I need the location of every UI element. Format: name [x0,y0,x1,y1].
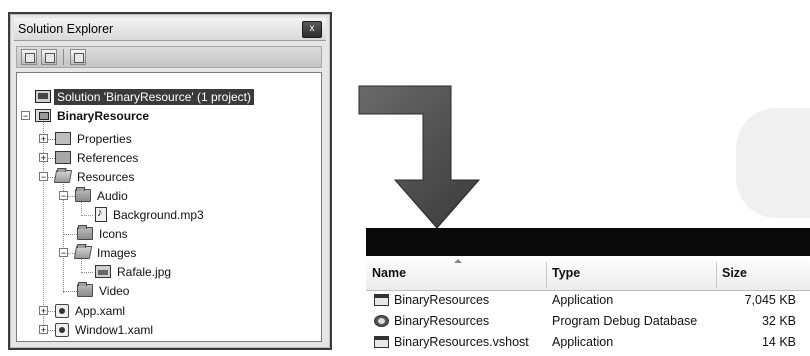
tree-item-label: Video [99,283,130,298]
properties-toolbar-icon[interactable] [21,49,37,65]
open-folder-icon [73,246,93,259]
tree-item-label: Properties [77,131,132,146]
tree-item-resources[interactable]: Resources [53,167,137,186]
window1-xaml-expand-toggle[interactable]: + [39,325,48,335]
watermark-logo [736,108,810,218]
tree-item-label: Resources [77,169,135,184]
tree-item-label: BinaryResource [57,108,150,123]
file-type: Application [552,293,614,307]
open-folder-icon [53,170,73,183]
tree-item-images[interactable]: Images [73,243,139,262]
file-name: BinaryResources [394,314,490,328]
audio-collapse-toggle[interactable]: − [59,191,68,201]
file-row[interactable]: BinaryResources Program Debug Database 3… [366,311,810,332]
refresh-icon[interactable] [70,49,86,65]
solution-icon [35,90,51,103]
tree-item-project[interactable]: BinaryResource [35,106,152,125]
folder-icon [75,187,91,202]
folder-icon [77,225,93,240]
tree-item-label: Solution 'BinaryResource' (1 project) [54,88,255,105]
debug-database-icon [374,315,389,327]
tree-item-label: References [77,150,139,165]
tree-item-label: Rafale.jpg [117,264,172,279]
tree-item-label: Audio [97,188,128,203]
file-list-header: Name Type Size [366,256,810,291]
tree-item-icons[interactable]: Icons [77,224,131,243]
column-divider[interactable] [546,262,547,288]
file-size: 14 KB [761,335,796,349]
file-type: Application [552,335,614,349]
tree-item-audio[interactable]: Audio [75,186,131,205]
column-header-size[interactable]: Size [722,266,747,280]
file-name: BinaryResources.vshost [394,335,529,349]
column-header-type[interactable]: Type [552,266,580,280]
tree-item-references[interactable]: References [55,148,141,167]
show-all-files-icon[interactable] [41,49,57,65]
tree-item-label: Background.mp3 [113,207,204,222]
tree-item-label: Icons [99,226,128,241]
tree-item-window1-xaml[interactable]: Window1.xaml [55,320,156,339]
solution-tree: − + + − − − + + Solution 'BinaryResource… [16,72,322,342]
tree-item-rafale-jpg[interactable]: Rafale.jpg [95,262,174,281]
application-icon [374,294,389,306]
audio-file-icon [95,207,107,222]
tree-item-app-xaml[interactable]: App.xaml [55,301,128,320]
properties-icon [55,132,71,145]
toolbar-separator [63,49,64,65]
tree-item-video[interactable]: Video [77,281,132,300]
file-list-toolbar [366,228,810,256]
tree-item-label: Images [97,245,137,260]
solution-explorer-window: Solution Explorer x − + + − − − + + Solu… [8,12,332,350]
tree-item-solution[interactable]: Solution 'BinaryResource' (1 project) [35,87,255,106]
app-xaml-expand-toggle[interactable]: + [39,306,48,316]
solution-explorer-titlebar: Solution Explorer x [14,18,326,41]
file-name: BinaryResources [394,293,490,307]
file-type: Program Debug Database [552,314,698,328]
xaml-file-icon [55,322,69,337]
tree-item-properties[interactable]: Properties [55,129,135,148]
close-icon[interactable]: x [302,21,322,38]
tree-item-label: Window1.xaml [75,322,154,337]
references-expand-toggle[interactable]: + [39,153,48,163]
solution-explorer-toolbar [16,46,322,68]
file-size: 32 KB [761,314,796,328]
file-row[interactable]: BinaryResources.vshost Application 14 KB [366,332,810,353]
xaml-file-icon [55,303,69,318]
file-size: 7,045 KB [744,293,796,307]
sort-ascending-icon [454,259,462,263]
tree-item-background-mp3[interactable]: Background.mp3 [95,205,207,224]
tree-item-label: App.xaml [75,303,126,318]
file-row[interactable]: BinaryResources Application 7,045 KB [366,290,810,311]
column-header-name[interactable]: Name [372,266,406,280]
image-file-icon [95,265,111,278]
resources-collapse-toggle[interactable]: − [39,172,48,182]
properties-expand-toggle[interactable]: + [39,134,48,144]
references-icon [55,151,71,164]
application-icon [374,336,389,348]
images-collapse-toggle[interactable]: − [59,248,68,258]
file-list-panel: Name Type Size BinaryResources Applicati… [366,228,810,356]
folder-icon [77,282,93,297]
project-collapse-toggle[interactable]: − [21,111,30,121]
column-divider[interactable] [716,262,717,288]
down-arrow-icon [358,85,481,229]
window-title: Solution Explorer [18,22,114,36]
project-icon [35,109,51,122]
